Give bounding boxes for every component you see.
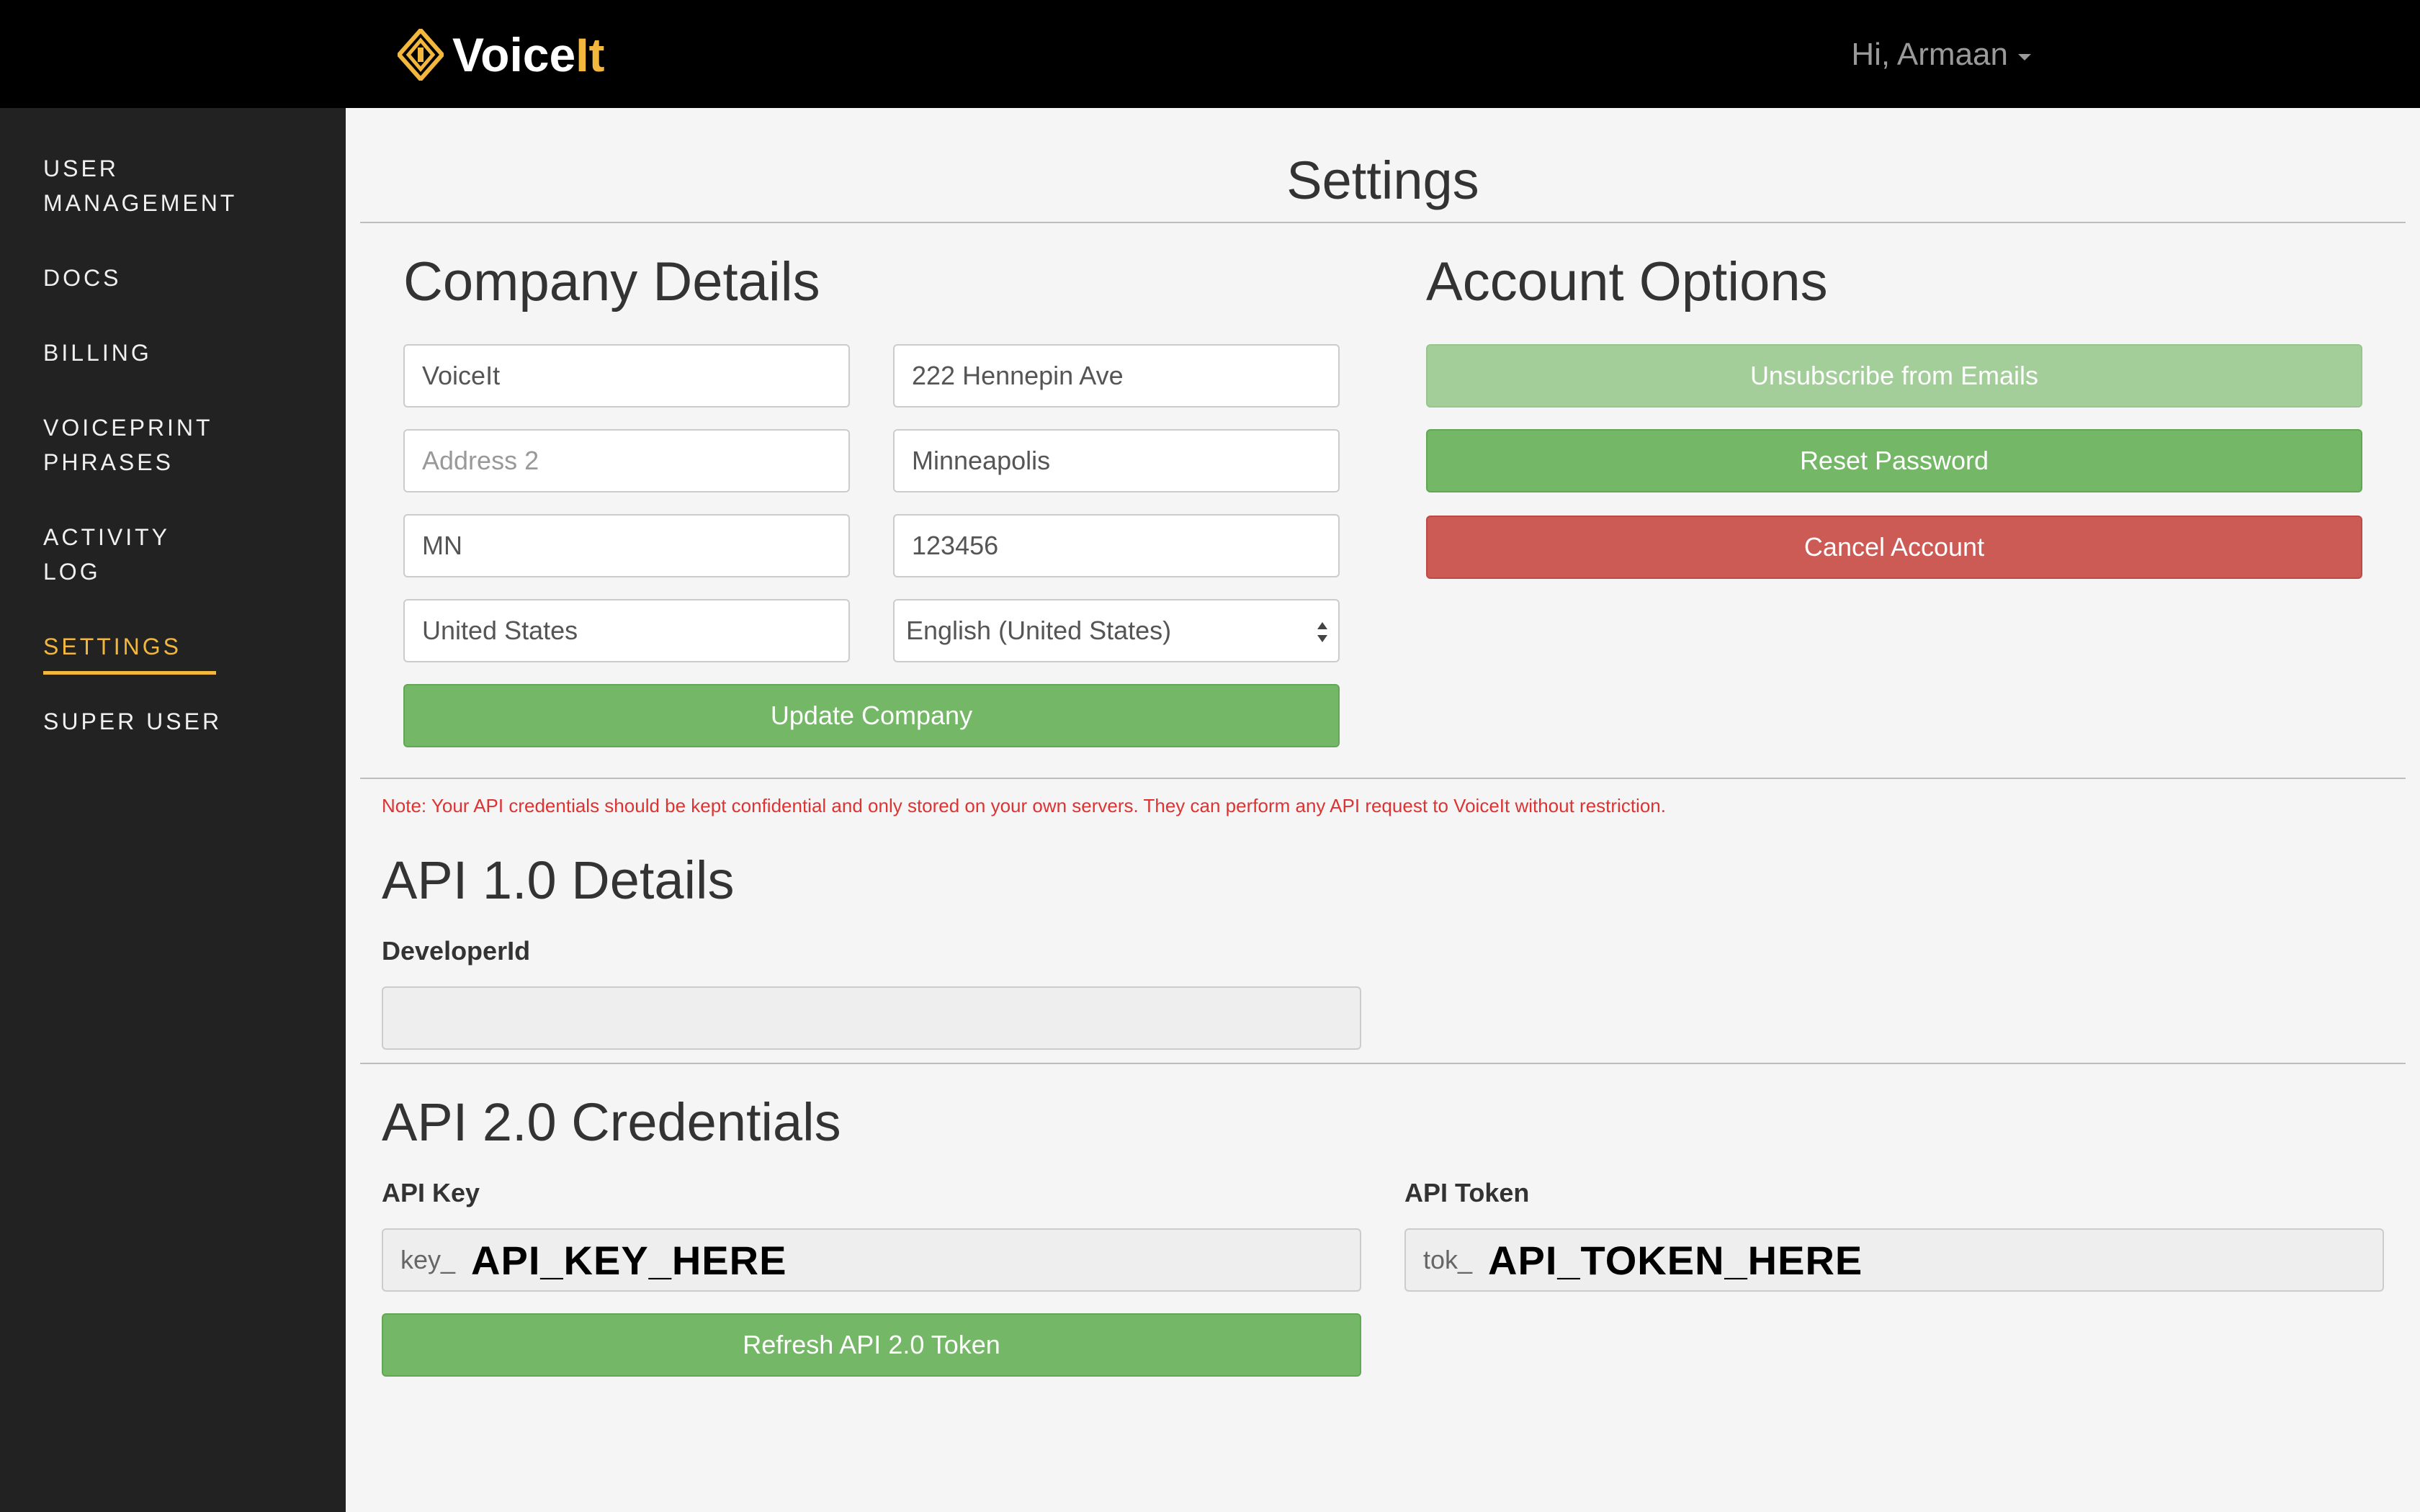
api-key-prefix: key_ xyxy=(400,1245,456,1274)
address1-field[interactable]: 222 Hennepin Ave xyxy=(893,344,1340,408)
language-select[interactable]: English (United States) xyxy=(893,599,1340,662)
api-key-value: API_KEY_HERE xyxy=(471,1237,787,1283)
voiceit-logo[interactable]: VoiceIt xyxy=(398,26,605,84)
sidebar-item-label: ACTIVITY xyxy=(43,524,171,550)
api-token-field[interactable]: tok_ API_TOKEN_HERE xyxy=(1404,1228,2384,1292)
main-content: Settings Company Details VoiceIt 222 Hen… xyxy=(346,108,2420,1512)
api2-heading: API 2.0 Credentials xyxy=(382,1092,841,1152)
sidebar-item-label: SUPER USER xyxy=(43,708,223,734)
sidebar-item-billing[interactable]: BILLING xyxy=(43,336,331,370)
user-greeting: Hi, Armaan xyxy=(1851,37,2008,72)
sidebar-item-label: PHRASES xyxy=(43,449,174,475)
reset-password-button[interactable]: Reset Password xyxy=(1426,429,2362,492)
top-navbar: VoiceIt Hi, Armaan xyxy=(0,0,2420,108)
sidebar-item-voiceprint-phrases[interactable]: VOICEPRINT PHRASES xyxy=(43,410,331,480)
sidebar: USER MANAGEMENT DOCS BILLING VOICEPRINT … xyxy=(0,108,346,1512)
state-field[interactable]: MN xyxy=(403,514,850,577)
city-field[interactable]: Minneapolis xyxy=(893,429,1340,492)
cancel-account-button[interactable]: Cancel Account xyxy=(1426,516,2362,579)
sidebar-item-label: SETTINGS xyxy=(43,634,182,660)
address2-field[interactable]: Address 2 xyxy=(403,429,850,492)
voiceit-logo-icon xyxy=(398,29,444,81)
developer-id-label: DeveloperId xyxy=(382,936,531,966)
sidebar-item-label: BILLING xyxy=(43,340,152,366)
logo-text: VoiceIt xyxy=(452,28,605,81)
sidebar-item-label: DOCS xyxy=(43,265,122,291)
active-indicator xyxy=(43,671,216,675)
sidebar-item-label: LOG xyxy=(43,559,101,585)
sidebar-item-super-user[interactable]: SUPER USER xyxy=(43,704,331,739)
unsubscribe-button[interactable]: Unsubscribe from Emails xyxy=(1426,344,2362,408)
sidebar-item-label: MANAGEMENT xyxy=(43,190,238,216)
sidebar-item-activity-log[interactable]: ACTIVITY LOG xyxy=(43,520,331,589)
zip-field[interactable]: 123456 xyxy=(893,514,1340,577)
country-field[interactable]: United States xyxy=(403,599,850,662)
account-options-heading: Account Options xyxy=(1426,251,1828,312)
api-token-label: API Token xyxy=(1404,1178,1530,1207)
chevron-down-icon xyxy=(2018,53,2031,60)
sidebar-item-docs[interactable]: DOCS xyxy=(43,261,331,295)
sidebar-item-settings[interactable]: SETTINGS xyxy=(43,629,331,664)
select-arrows-icon xyxy=(1317,622,1327,642)
page-title: Settings xyxy=(1286,150,1479,210)
api-credentials-note: Note: Your API credentials should be kep… xyxy=(382,795,1666,816)
update-company-button[interactable]: Update Company xyxy=(403,684,1340,747)
api-key-field[interactable]: key_ API_KEY_HERE xyxy=(382,1228,1361,1292)
sidebar-item-label: VOICEPRINT xyxy=(43,415,213,441)
developer-id-field[interactable] xyxy=(382,986,1361,1050)
sidebar-item-label: USER xyxy=(43,156,119,181)
user-menu-dropdown[interactable]: Hi, Armaan xyxy=(1851,33,2031,76)
api-key-label: API Key xyxy=(382,1178,480,1207)
refresh-api-token-button[interactable]: Refresh API 2.0 Token xyxy=(382,1313,1361,1377)
company-name-field[interactable]: VoiceIt xyxy=(403,344,850,408)
divider xyxy=(360,222,2406,223)
api-token-prefix: tok_ xyxy=(1423,1245,1473,1274)
divider xyxy=(360,778,2406,779)
api-token-value: API_TOKEN_HERE xyxy=(1488,1237,1863,1283)
divider xyxy=(360,1063,2406,1064)
language-select-value: English (United States) xyxy=(906,616,1172,645)
sidebar-item-user-management[interactable]: USER MANAGEMENT xyxy=(43,151,331,220)
company-details-heading: Company Details xyxy=(403,251,820,312)
api1-heading: API 1.0 Details xyxy=(382,850,735,910)
